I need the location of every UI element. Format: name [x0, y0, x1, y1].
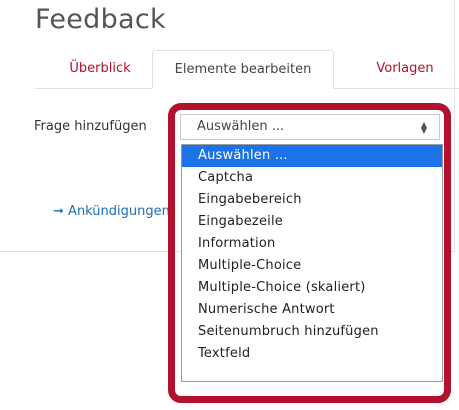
announcements-link[interactable]: ➞ Ankündigungen — [53, 204, 179, 219]
tab-edit-elements[interactable]: Elemente bearbeiten — [152, 50, 334, 89]
select-arrows-icon: ▲ ▼ — [420, 120, 427, 135]
dropdown-option[interactable]: Textfeld — [182, 343, 442, 365]
page-title: Feedback — [35, 4, 166, 35]
dropdown-option[interactable]: Seitenumbruch hinzufügen — [182, 321, 442, 343]
dropdown-option[interactable]: Multiple-Choice — [182, 255, 442, 277]
dropdown-option[interactable]: Captcha — [182, 167, 442, 189]
select-value: Auswählen ... — [197, 119, 285, 134]
dropdown-option[interactable]: Numerische Antwort — [182, 299, 442, 321]
dropdown-option[interactable]: Multiple-Choice (skaliert) — [182, 277, 442, 299]
tab-overview[interactable]: Überblick — [55, 50, 145, 88]
tab-bar: Überblick Elemente bearbeiten Vorlagen — [35, 50, 459, 89]
add-question-label: Frage hinzufügen — [34, 119, 147, 134]
dropdown-option[interactable]: Information — [182, 233, 442, 255]
dropdown-option[interactable]: Eingabebereich — [182, 189, 442, 211]
question-type-dropdown[interactable]: Auswählen ... Captcha Eingabebereich Ein… — [181, 144, 443, 382]
tab-templates[interactable]: Vorlagen — [355, 50, 455, 88]
announcements-link-label: Ankündigungen — [68, 204, 170, 219]
arrow-right-icon: ➞ — [53, 204, 64, 219]
question-type-select[interactable]: Auswählen ... ▲ ▼ — [180, 114, 440, 140]
dropdown-option[interactable]: Eingabezeile — [182, 211, 442, 233]
dropdown-option[interactable]: Auswählen ... — [182, 145, 442, 167]
